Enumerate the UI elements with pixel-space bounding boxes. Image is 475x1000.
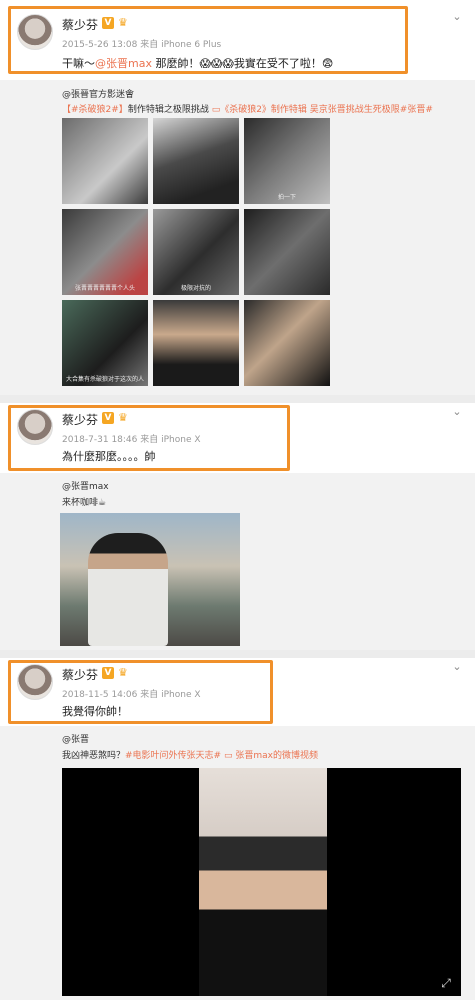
- post-meta: 2018-11-5 14:06 来自 iPhone X: [62, 690, 201, 700]
- post-meta: 2015-5-26 13:08 来自 iPhone 6 Plus: [62, 40, 222, 50]
- chevron-down-icon[interactable]: ⌄: [450, 406, 464, 417]
- username[interactable]: 蔡少芬: [62, 411, 98, 428]
- post-content: 我覺得你帥！: [62, 705, 128, 718]
- username[interactable]: 蔡少芬: [62, 16, 98, 33]
- crown-icon: ♛: [118, 411, 128, 424]
- grid-image[interactable]: [244, 300, 330, 386]
- video-frame: [199, 768, 327, 996]
- repost-author[interactable]: @张晋: [62, 732, 89, 745]
- chevron-down-icon[interactable]: ⌄: [450, 661, 464, 672]
- grid-image[interactable]: [62, 118, 148, 204]
- v-badge-icon: V: [102, 667, 114, 679]
- grid-image[interactable]: 张晋晋晋晋晋晋个人头: [62, 209, 148, 295]
- v-badge-icon: V: [102, 17, 114, 29]
- post-2: 蔡少芬 V ♛ 2018-7-31 18:46 来自 iPhone X 為什麼那…: [0, 403, 475, 650]
- feed-divider: [0, 395, 475, 403]
- repost-author[interactable]: @張晉官方影迷會: [62, 87, 134, 100]
- post-meta: 2018-7-31 18:46 来自 iPhone X: [62, 435, 201, 445]
- grid-image[interactable]: [244, 209, 330, 295]
- crown-icon: ♛: [118, 16, 128, 29]
- photo-subject: [88, 533, 168, 646]
- grid-image[interactable]: 大合集有杀破狼对于这次的人: [62, 300, 148, 386]
- fullscreen-icon[interactable]: ⤢: [439, 976, 453, 990]
- post-content: 為什麼那麼。。。。帥: [62, 450, 156, 463]
- feed-divider: [0, 650, 475, 658]
- username[interactable]: 蔡少芬: [62, 666, 98, 683]
- grid-image[interactable]: 极限对抗的: [153, 209, 239, 295]
- repost-card[interactable]: @张晋max 来杯咖啡☕: [0, 473, 475, 650]
- repost-text: 我凶神恶煞吗？#电影叶问外传张天志# ▭ 张晋max的微博视频: [62, 751, 318, 761]
- repost-card[interactable]: @张晋 我凶神恶煞吗？#电影叶问外传张天志# ▭ 张晋max的微博视频 ⤢: [0, 726, 475, 1000]
- avatar[interactable]: [17, 664, 53, 700]
- avatar[interactable]: [17, 14, 53, 50]
- crown-icon: ♛: [118, 666, 128, 679]
- repost-text: 来杯咖啡☕: [62, 498, 107, 508]
- post-1: 蔡少芬 V ♛ 2015-5-26 13:08 来自 iPhone 6 Plus…: [0, 0, 475, 395]
- post-content: 干嘛～@张晋max 那麼帥！😱😱😱我實在受不了啦！😨: [62, 57, 334, 70]
- repost-text: 【#杀破狼2#】制作特辑之极限挑战 ▭《杀破狼2》制作特辑 吴京张晋挑战生死极限…: [62, 105, 433, 115]
- repost-image[interactable]: [60, 513, 240, 646]
- repost-card[interactable]: @張晉官方影迷會 【#杀破狼2#】制作特辑之极限挑战 ▭《杀破狼2》制作特辑 吴…: [0, 80, 475, 395]
- v-badge-icon: V: [102, 412, 114, 424]
- mention-link[interactable]: @张晋max: [95, 57, 152, 70]
- repost-author[interactable]: @张晋max: [62, 479, 109, 492]
- grid-image[interactable]: 拍一下: [244, 118, 330, 204]
- grid-image[interactable]: [153, 118, 239, 204]
- avatar[interactable]: [17, 409, 53, 445]
- video-player[interactable]: ⤢: [62, 768, 461, 996]
- post-3: 蔡少芬 V ♛ 2018-11-5 14:06 来自 iPhone X 我覺得你…: [0, 658, 475, 1000]
- chevron-down-icon[interactable]: ⌄: [450, 11, 464, 22]
- grid-image[interactable]: [153, 300, 239, 386]
